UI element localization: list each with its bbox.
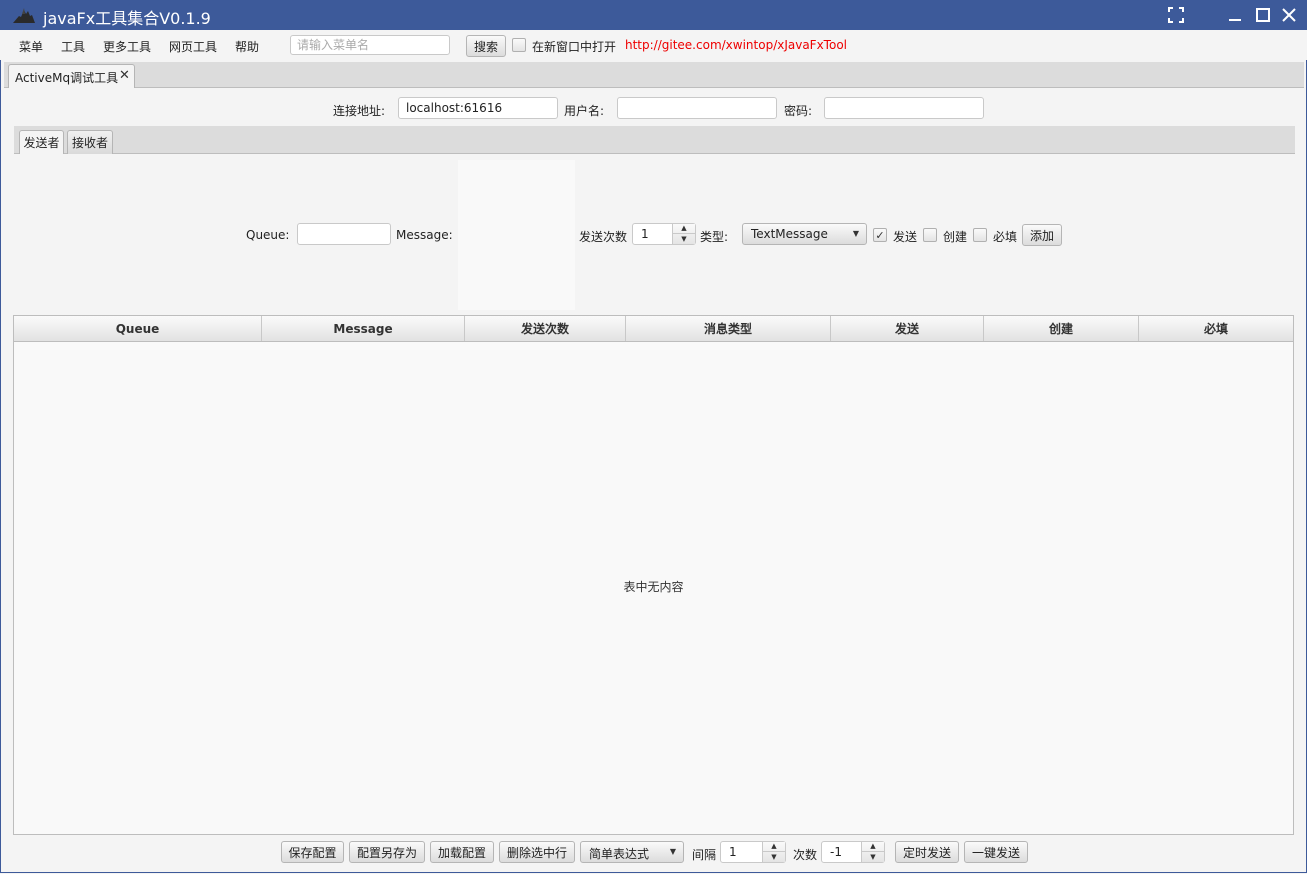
table-header: Queue Message 发送次数 消息类型 发送 创建 必填 <box>14 316 1293 342</box>
menu-more-tools[interactable]: 更多工具 <box>103 38 151 55</box>
save-config-button[interactable]: 保存配置 <box>281 841 344 863</box>
menu-search-input[interactable] <box>290 35 450 55</box>
column-header-queue[interactable]: Queue <box>14 316 262 341</box>
new-window-checkbox[interactable] <box>512 38 526 52</box>
table-empty-placeholder: 表中无内容 <box>623 580 684 594</box>
decrement-icon[interactable]: ▼ <box>862 852 884 862</box>
send-count-spinner[interactable]: 1 ▲ ▼ <box>632 223 696 245</box>
queue-field[interactable] <box>297 223 391 245</box>
username-label: 用户名: <box>564 104 605 118</box>
decrement-icon[interactable]: ▼ <box>673 234 695 244</box>
message-type-value: TextMessage <box>751 227 828 241</box>
tab-close-icon[interactable]: ✕ <box>119 68 130 83</box>
spinner-buttons: ▲ ▼ <box>762 842 785 862</box>
main-tab-strip <box>4 62 1304 88</box>
column-header-send[interactable]: 发送 <box>831 316 984 341</box>
spinner-buttons: ▲ ▼ <box>672 224 695 244</box>
chevron-down-icon: ▼ <box>669 847 676 856</box>
one-click-send-button[interactable]: 一键发送 <box>964 841 1028 863</box>
queue-label: Queue: <box>246 228 290 242</box>
count-value: -1 <box>830 845 842 859</box>
count-spinner[interactable]: -1 ▲ ▼ <box>821 841 885 863</box>
type-label: 类型: <box>700 230 729 244</box>
decrement-icon[interactable]: ▼ <box>763 852 785 862</box>
username-field[interactable] <box>617 97 777 119</box>
chevron-down-icon: ▼ <box>852 229 859 238</box>
column-header-required[interactable]: 必填 <box>1139 316 1293 341</box>
password-field[interactable] <box>824 97 984 119</box>
interval-value: 1 <box>729 845 737 859</box>
add-button[interactable]: 添加 <box>1022 224 1062 246</box>
new-window-label: 在新窗口中打开 <box>532 40 617 54</box>
required-checkbox[interactable] <box>973 228 987 242</box>
message-textarea[interactable] <box>458 160 575 310</box>
url-field[interactable] <box>398 97 558 119</box>
increment-icon[interactable]: ▲ <box>673 224 695 234</box>
send-checkbox-label: 发送 <box>893 230 918 244</box>
increment-icon[interactable]: ▲ <box>763 842 785 852</box>
menu-web-tools[interactable]: 网页工具 <box>169 38 217 55</box>
send-count-value: 1 <box>641 227 649 241</box>
required-checkbox-label: 必填 <box>993 230 1018 244</box>
app-logo-icon <box>12 6 36 24</box>
menu-help[interactable]: 帮助 <box>235 38 259 55</box>
tab-activemq-tool[interactable]: ActiveMq调试工具 ✕ <box>8 64 135 88</box>
check-icon: ✓ <box>875 228 885 242</box>
title-bar: javaFx工具集合V0.1.9 <box>0 0 1307 30</box>
gitee-link[interactable]: http://gitee.com/xwintop/xJavaFxTool <box>625 38 847 52</box>
create-checkbox[interactable] <box>923 228 937 242</box>
close-icon[interactable] <box>1278 4 1300 26</box>
spinner-buttons: ▲ ▼ <box>861 842 884 862</box>
send-checkbox[interactable]: ✓ <box>873 228 887 242</box>
column-header-message-type[interactable]: 消息类型 <box>626 316 831 341</box>
load-config-button[interactable]: 加载配置 <box>430 841 494 863</box>
maximize-icon[interactable] <box>1252 4 1274 26</box>
expression-type-select[interactable]: 简单表达式 ▼ <box>580 841 684 863</box>
message-label: Message: <box>396 228 453 242</box>
message-table[interactable]: Queue Message 发送次数 消息类型 发送 创建 必填 表中无内容 <box>13 315 1294 835</box>
fullscreen-icon[interactable] <box>1165 4 1187 26</box>
search-button[interactable]: 搜索 <box>466 35 506 57</box>
expression-type-value: 简单表达式 <box>589 847 650 861</box>
sub-tab-strip <box>14 126 1295 154</box>
menu-tools[interactable]: 工具 <box>61 38 85 55</box>
delete-selected-button[interactable]: 删除选中行 <box>499 841 575 863</box>
send-count-label: 发送次数 <box>579 230 628 244</box>
message-type-select[interactable]: TextMessage ▼ <box>742 223 867 245</box>
interval-spinner[interactable]: 1 ▲ ▼ <box>720 841 786 863</box>
menu-main[interactable]: 菜单 <box>19 38 43 55</box>
minimize-icon[interactable] <box>1224 4 1246 26</box>
save-config-as-button[interactable]: 配置另存为 <box>349 841 425 863</box>
create-checkbox-label: 创建 <box>943 230 968 244</box>
tab-sender[interactable]: 发送者 <box>19 130 64 154</box>
password-label: 密码: <box>784 104 813 118</box>
column-header-send-count[interactable]: 发送次数 <box>465 316 626 341</box>
tab-label: ActiveMq调试工具 <box>15 71 119 85</box>
timed-send-button[interactable]: 定时发送 <box>895 841 959 863</box>
column-header-create[interactable]: 创建 <box>984 316 1139 341</box>
window-title: javaFx工具集合V0.1.9 <box>43 9 211 28</box>
url-label: 连接地址: <box>333 104 386 118</box>
tab-receiver[interactable]: 接收者 <box>67 130 113 154</box>
column-header-message[interactable]: Message <box>262 316 465 341</box>
increment-icon[interactable]: ▲ <box>862 842 884 852</box>
interval-label: 间隔 <box>692 848 717 862</box>
count-label: 次数 <box>793 848 818 862</box>
